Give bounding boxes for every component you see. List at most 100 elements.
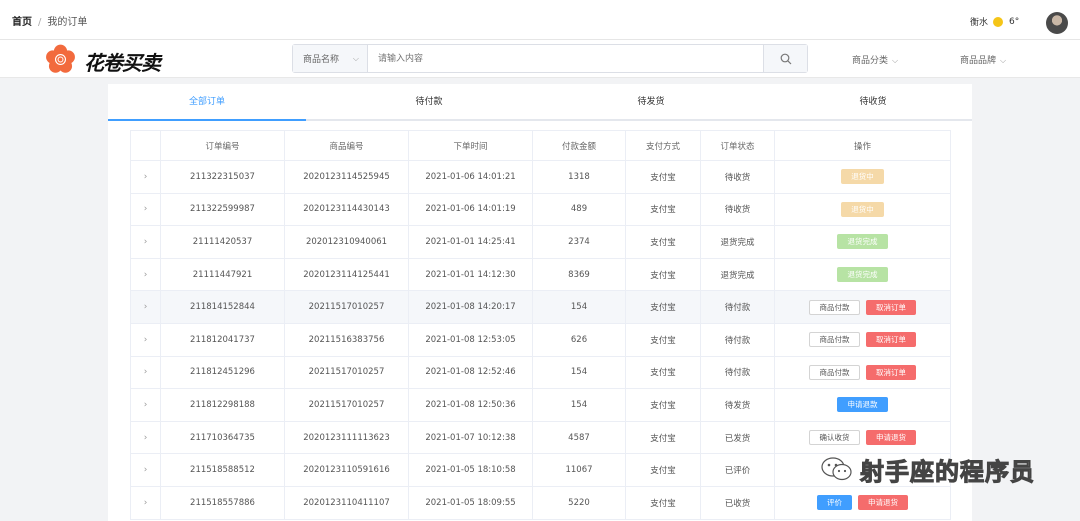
expand-cell[interactable]: › (130, 257, 161, 292)
order-status-cell: 待付款 (700, 355, 775, 390)
order-status-cell: 待付款 (700, 290, 775, 324)
expand-cell[interactable]: › (130, 160, 161, 194)
chevron-right-icon[interactable]: › (144, 465, 148, 475)
action-button[interactable]: 商品付款 (809, 299, 860, 315)
search-input[interactable] (368, 45, 763, 72)
avatar[interactable] (1046, 12, 1068, 34)
wechat-icon (821, 457, 852, 481)
order-time-cell: 2021-01-06 14:01:21 (408, 160, 533, 194)
expand-cell[interactable]: › (130, 453, 161, 487)
amount-cell: 626 (532, 322, 626, 357)
action-button[interactable]: 退货中 (841, 169, 884, 185)
payment-method-cell: 支付宝 (625, 192, 701, 227)
nav-brand-label: 商品品牌 (960, 56, 997, 66)
tab-pending-shipment[interactable]: 待发货 (552, 84, 750, 121)
payment-method-cell: 支付宝 (625, 355, 701, 390)
order-id-cell: 211812451296 (160, 355, 285, 390)
expand-cell[interactable]: › (130, 290, 161, 324)
payment-method-cell: 支付宝 (625, 485, 701, 520)
weather-widget: 衡水 6° (970, 15, 1019, 28)
nav-category-label: 商品分类 (852, 56, 889, 66)
action-button[interactable]: 取消订单 (866, 299, 916, 315)
chevron-right-icon[interactable]: › (144, 433, 148, 443)
action-button[interactable]: 取消订单 (866, 332, 916, 348)
chevron-right-icon[interactable]: › (144, 237, 148, 247)
product-id-cell: 20211517010257 (284, 290, 409, 324)
active-tab-indicator (108, 119, 306, 121)
col-payment-method: 支付方式 (625, 130, 701, 161)
order-time-cell: 2021-01-08 12:50:36 (408, 388, 533, 422)
order-id-cell: 211812041737 (160, 322, 285, 357)
search-category-select[interactable]: 商品名称 ⌵ (293, 45, 368, 72)
action-button[interactable]: 退货完成 (837, 267, 888, 283)
table-row: › 211814152844 20211517010257 2021-01-08 14… (130, 290, 951, 324)
chevron-down-icon: ⌵ (352, 54, 359, 63)
actions-cell: 确认收货 申请退货 (774, 420, 951, 455)
order-time-cell: 2021-01-08 12:52:46 (408, 355, 533, 390)
table-row: › 211518557886 2020123110411107 2021-01-05 … (130, 485, 951, 520)
table-row: › 211812298188 20211517010257 2021-01-08 12… (130, 388, 951, 422)
logo-icon[interactable] (44, 43, 77, 76)
order-status-cell: 待收货 (700, 192, 775, 227)
actions-cell: 评价 申请退货 (774, 485, 951, 520)
action-button[interactable]: 退货完成 (837, 234, 888, 250)
actions-cell: 商品付款 取消订单 (774, 322, 951, 357)
product-id-cell: 202012310940061 (284, 225, 409, 259)
tab-pending-payment[interactable]: 待付款 (330, 84, 528, 121)
order-status-cell: 待付款 (700, 322, 775, 357)
order-time-cell: 2021-01-06 14:01:19 (408, 192, 533, 227)
chevron-right-icon[interactable]: › (144, 270, 148, 280)
expand-cell[interactable]: › (130, 420, 161, 455)
expand-cell[interactable]: › (130, 322, 161, 357)
chevron-right-icon[interactable]: › (144, 302, 148, 312)
payment-method-cell: 支付宝 (625, 257, 701, 292)
search-button[interactable] (763, 45, 807, 72)
table-row: › 211812041737 20211516383756 2021-01-08 12… (130, 322, 951, 357)
order-status-cell: 退货完成 (700, 257, 775, 292)
chevron-right-icon[interactable]: › (144, 498, 148, 508)
chevron-right-icon[interactable]: › (144, 335, 148, 345)
actions-cell: 退货中 (774, 160, 951, 194)
action-button[interactable]: 商品付款 (809, 364, 860, 380)
expand-cell[interactable]: › (130, 388, 161, 422)
tab-all-orders[interactable]: 全部订单 (108, 84, 306, 121)
table-row: › 21111420537 202012310940061 2021-01-01 14… (130, 225, 951, 259)
nav-category-dropdown[interactable]: 商品分类 ⌵ (852, 53, 898, 66)
action-button[interactable]: 商品付款 (809, 332, 860, 348)
weather-temp: 6° (1009, 16, 1020, 27)
chevron-right-icon[interactable]: › (144, 204, 148, 214)
site-header: 花卷买卖 商品名称 ⌵ 商品分类⌵ 商品品牌⌵ (0, 40, 1080, 78)
expand-cell[interactable]: › (130, 225, 161, 259)
action-button[interactable]: 申请退货 (866, 430, 916, 446)
weather-city: 衡水 (970, 18, 989, 28)
sun-icon (993, 16, 1004, 27)
tab-pending-receipt[interactable]: 待收货 (774, 84, 972, 121)
payment-method-cell: 支付宝 (625, 225, 701, 259)
expand-cell[interactable]: › (130, 355, 161, 390)
action-button[interactable]: 申请退款 (837, 397, 888, 413)
product-id-cell: 2020123114525945 (284, 160, 409, 194)
chevron-right-icon[interactable]: › (144, 172, 148, 182)
order-time-cell: 2021-01-08 14:20:17 (408, 290, 533, 324)
actions-cell: 商品付款 取消订单 (774, 355, 951, 390)
order-time-cell: 2021-01-05 18:09:55 (408, 485, 533, 520)
action-button[interactable]: 退货中 (841, 201, 884, 217)
amount-cell: 2374 (532, 225, 626, 259)
table-row: › 211812451296 20211517010257 2021-01-08 12… (130, 355, 951, 390)
chevron-down-icon: ⌵ (892, 56, 899, 65)
expand-cell[interactable]: › (130, 485, 161, 520)
table-row: › 211322599987 2020123114430143 2021-01-06 … (130, 192, 951, 227)
order-status-cell: 已发货 (700, 420, 775, 455)
chevron-right-icon[interactable]: › (144, 367, 148, 377)
chevron-right-icon[interactable]: › (144, 400, 148, 410)
breadcrumb-home[interactable]: 首页 (12, 17, 32, 28)
action-button[interactable]: 取消订单 (866, 364, 916, 380)
nav-brand-dropdown[interactable]: 商品品牌 ⌵ (960, 53, 1006, 66)
col-actions: 操作 (774, 130, 951, 161)
breadcrumb-current: 我的订单 (47, 17, 88, 28)
action-button[interactable]: 评价 (817, 495, 852, 511)
expand-cell[interactable]: › (130, 192, 161, 227)
action-button[interactable]: 申请退货 (858, 495, 908, 511)
brand-name[interactable]: 花卷买卖 (84, 47, 161, 76)
action-button[interactable]: 确认收货 (809, 430, 860, 446)
